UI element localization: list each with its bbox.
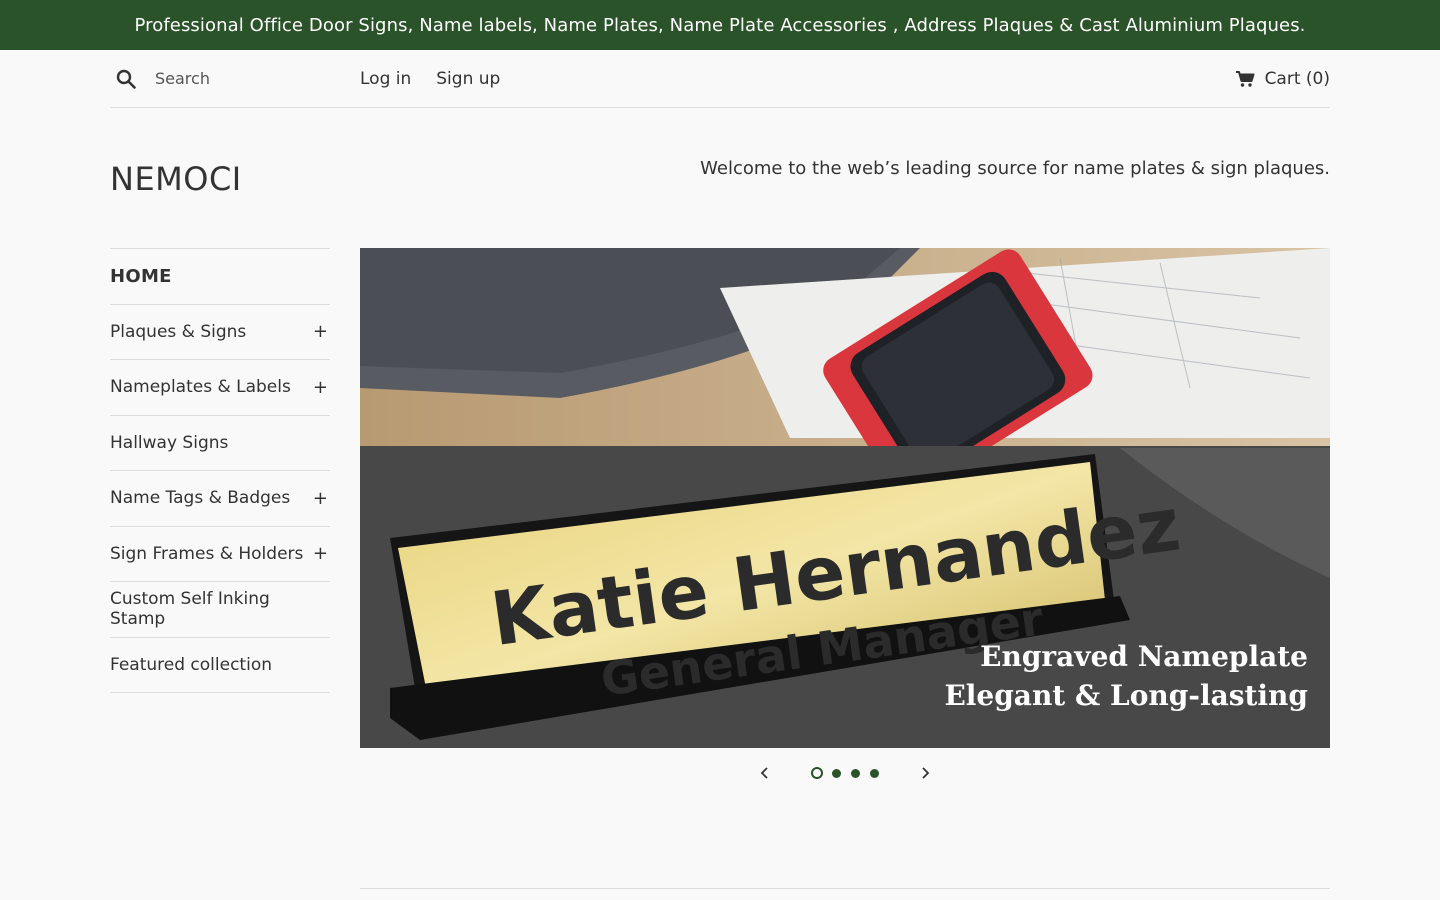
search-input[interactable] <box>155 69 335 88</box>
sidebar-item-custom-stamp[interactable]: Custom Self Inking Stamp <box>110 582 330 638</box>
sidebar-item-label: HOME <box>110 265 172 287</box>
sidebar-nav: HOME Plaques & Signs + Nameplates & Labe… <box>110 248 330 693</box>
search-form <box>110 50 360 107</box>
sidebar-item-hallway-signs[interactable]: Hallway Signs <box>110 416 330 471</box>
cart-link[interactable]: Cart (0) <box>1235 69 1330 89</box>
slide-dot[interactable] <box>869 768 879 778</box>
site-logo[interactable]: NEMOCI <box>110 160 242 198</box>
cart-label: Cart (0) <box>1264 68 1330 89</box>
sidebar-item-label: Nameplates & Labels <box>110 377 291 398</box>
sidebar-item-label: Featured collection <box>110 654 272 675</box>
slideshow-controls <box>750 758 940 788</box>
hero-slide-image: Katie Hernandez General Manager Engraved… <box>360 248 1330 748</box>
chevron-left-icon[interactable] <box>750 758 780 788</box>
sidebar-item-label: Custom Self Inking Stamp <box>110 589 270 630</box>
sidebar-item-label: Sign Frames & Holders <box>110 543 304 564</box>
slide-dot[interactable] <box>850 768 860 778</box>
expand-icon[interactable]: + <box>313 488 328 509</box>
expand-icon[interactable]: + <box>313 321 328 342</box>
sidebar-item-featured-collection[interactable]: Featured collection <box>110 638 330 693</box>
sidebar-item-nameplates-labels[interactable]: Nameplates & Labels + <box>110 360 330 416</box>
hero-slideshow[interactable]: Katie Hernandez General Manager Engraved… <box>360 248 1330 748</box>
slide-indicators <box>810 767 880 779</box>
sidebar-item-name-tags-badges[interactable]: Name Tags & Badges + <box>110 471 330 527</box>
sidebar-item-label: Name Tags & Badges <box>110 488 291 509</box>
account-links: Log in Sign up <box>360 69 500 89</box>
section-divider <box>360 888 1330 889</box>
search-icon[interactable] <box>116 68 138 90</box>
cart-icon <box>1235 69 1255 89</box>
slide-caption-line1: Engraved Nameplate <box>980 640 1308 673</box>
sidebar-item-plaques-signs[interactable]: Plaques & Signs + <box>110 305 330 360</box>
welcome-message: Welcome to the web’s leading source for … <box>700 158 1330 179</box>
announcement-text: Professional Office Door Signs, Name lab… <box>134 14 1306 36</box>
sidebar-item-home[interactable]: HOME <box>110 249 330 305</box>
login-link[interactable]: Log in <box>360 69 411 89</box>
sidebar-item-sign-frames-holders[interactable]: Sign Frames & Holders + <box>110 527 330 582</box>
signup-link[interactable]: Sign up <box>436 69 500 89</box>
slide-dot[interactable] <box>810 767 823 779</box>
top-bar: Log in Sign up Cart (0) <box>110 50 1330 108</box>
expand-icon[interactable]: + <box>313 377 328 398</box>
slide-dot[interactable] <box>831 768 841 778</box>
slide-caption-line2: Elegant & Long-lasting <box>944 679 1308 712</box>
expand-icon[interactable]: + <box>313 543 328 564</box>
sidebar-item-label: Plaques & Signs <box>110 321 247 342</box>
chevron-right-icon[interactable] <box>910 758 940 788</box>
sidebar-item-label: Hallway Signs <box>110 432 229 453</box>
announcement-bar: Professional Office Door Signs, Name lab… <box>0 0 1440 50</box>
